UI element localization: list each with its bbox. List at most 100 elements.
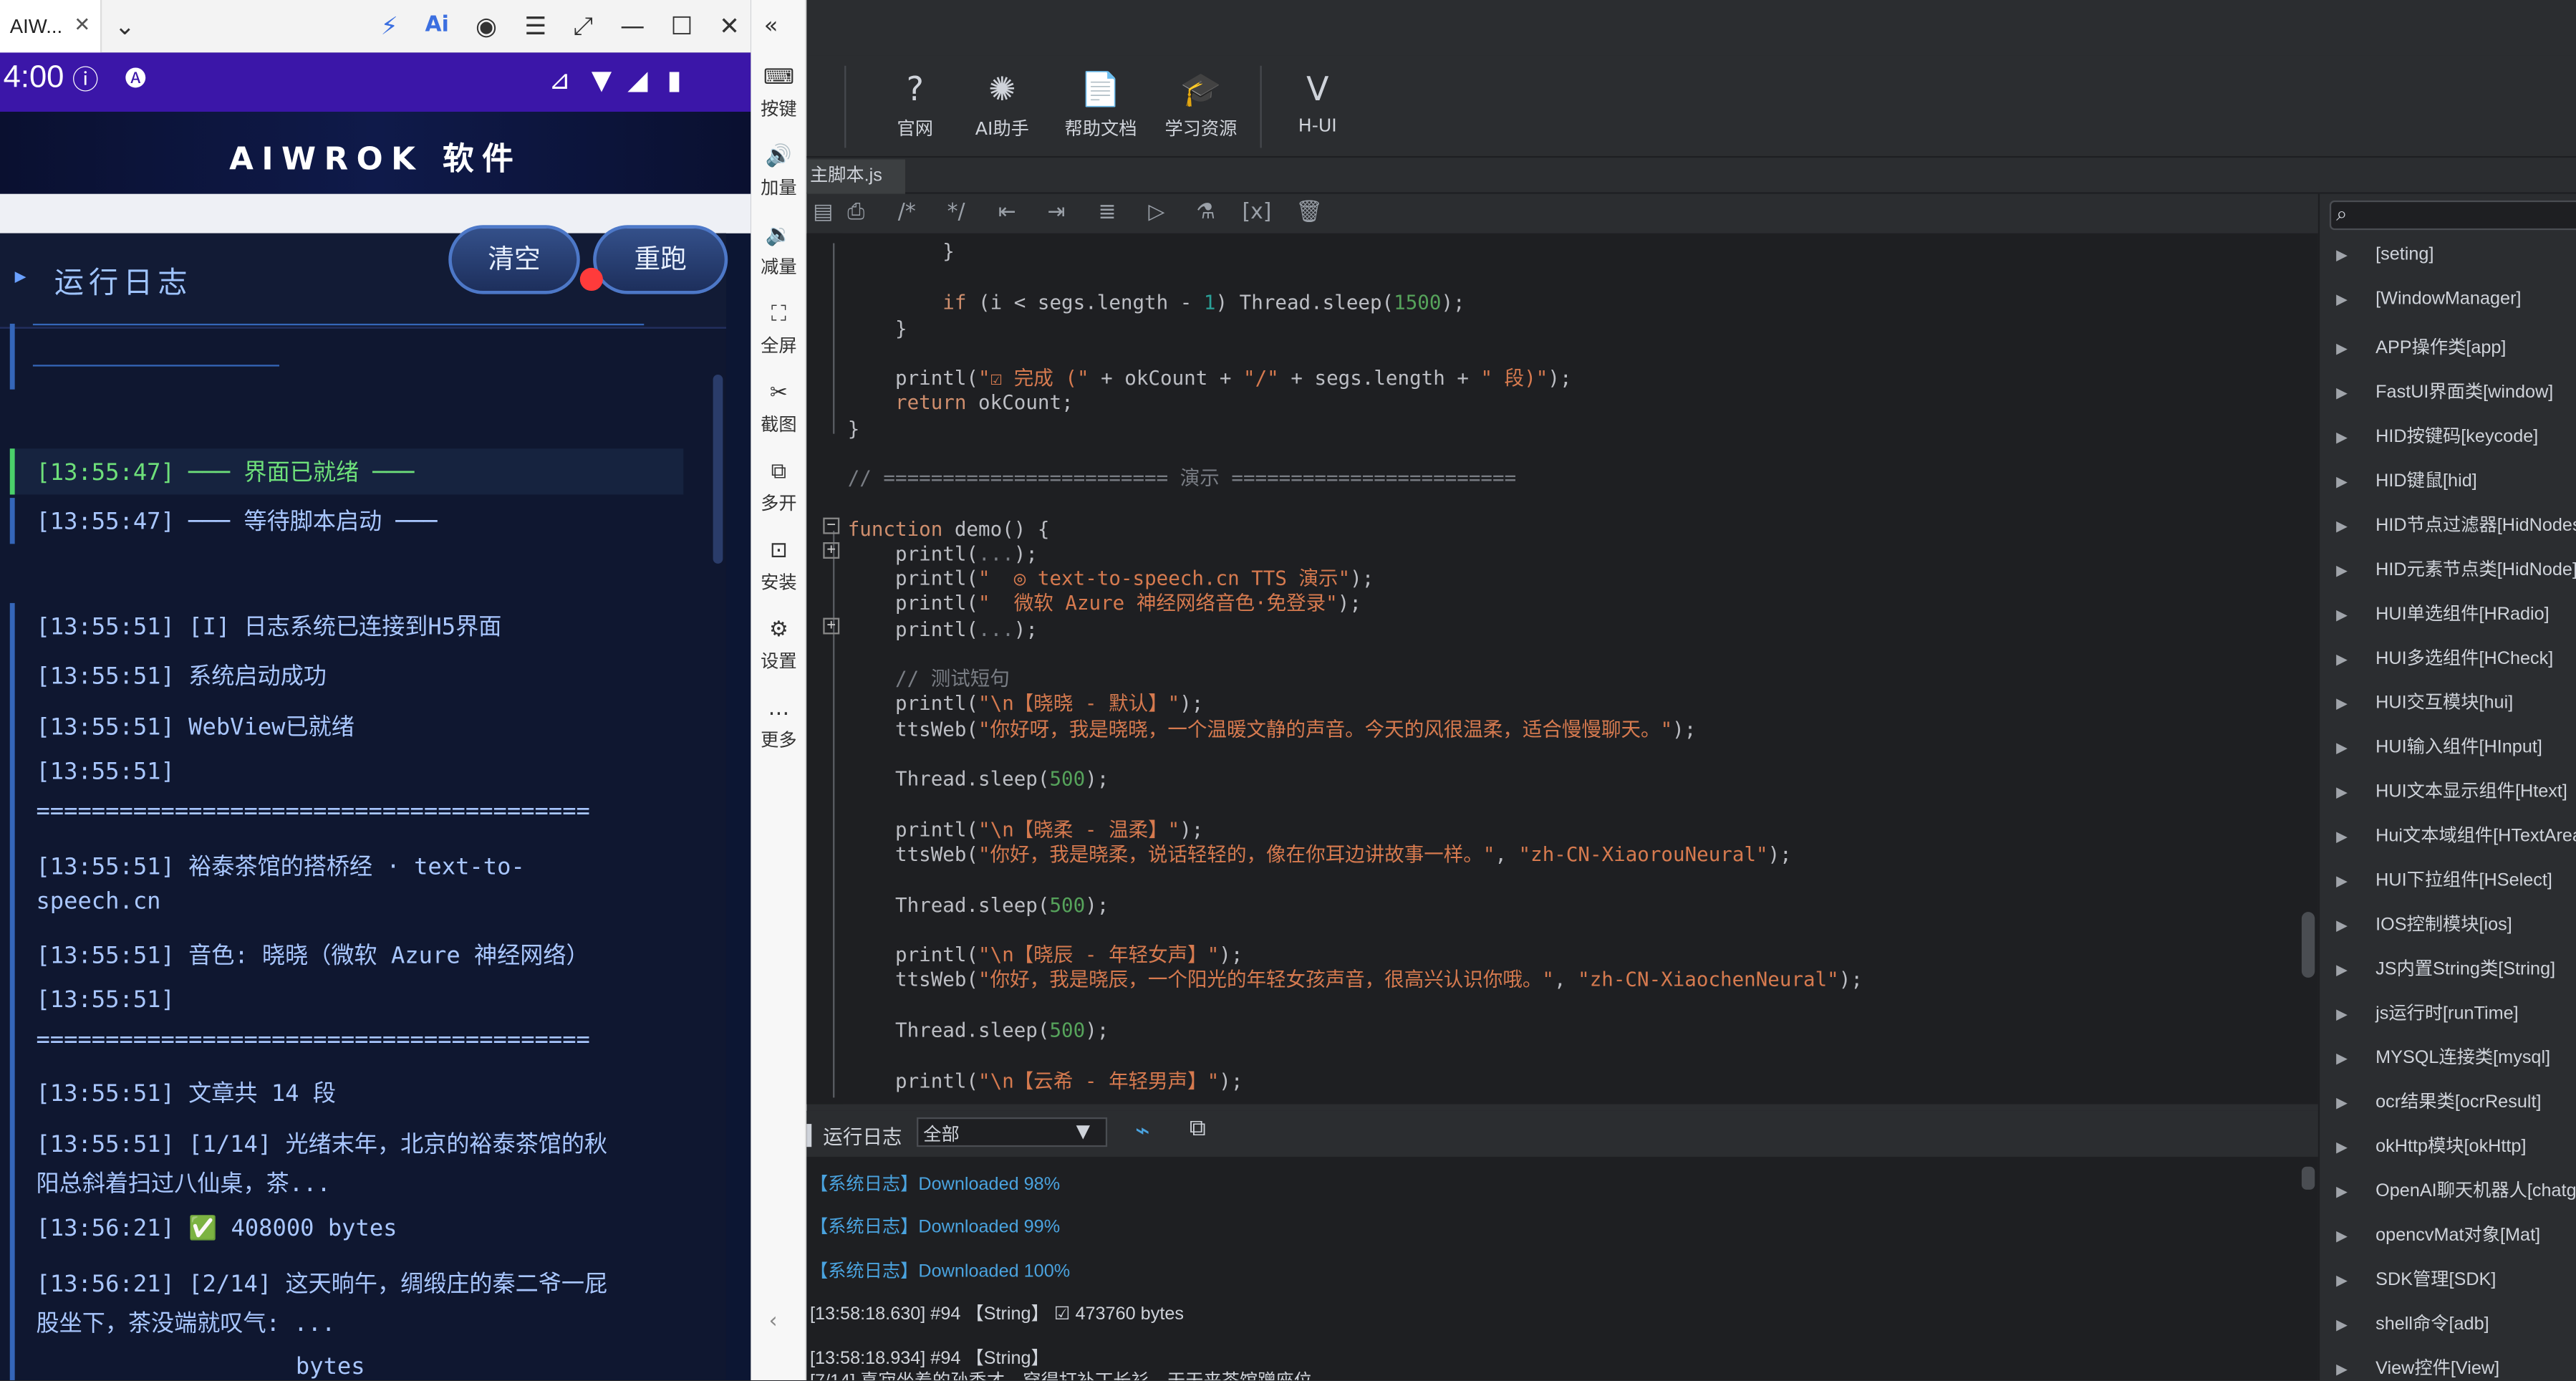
- log-scrollbar[interactable]: [713, 375, 723, 564]
- run-icon[interactable]: ▷: [1140, 197, 1173, 230]
- close-icon[interactable]: ✕: [74, 13, 90, 36]
- expand-arrow-icon[interactable]: ▶: [2336, 917, 2375, 935]
- clear-button[interactable]: 清空: [448, 225, 580, 294]
- format-icon[interactable]: ≣: [1091, 197, 1124, 230]
- minimize-icon[interactable]: —: [616, 10, 649, 43]
- toolbar-item-1[interactable]: 🔊 加量: [751, 145, 806, 201]
- expand-arrow-icon[interactable]: ▶: [2336, 291, 2375, 309]
- expand-arrow-icon[interactable]: ▶: [2336, 828, 2375, 846]
- delete-icon[interactable]: 🗑: [1293, 197, 1326, 230]
- toolbar-item-0[interactable]: ⌨ 按键: [751, 66, 806, 122]
- tree-item[interactable]: ▶ HUI多选组件[HCheck]: [2336, 644, 2553, 670]
- ribbon-button-2[interactable]: 📄 帮助文档: [1050, 69, 1152, 141]
- user-icon[interactable]: ◉: [470, 10, 503, 43]
- clear-log-icon[interactable]: ⌁: [1135, 1116, 1150, 1145]
- expand-arrow-icon[interactable]: ▶: [2336, 385, 2375, 403]
- test-icon[interactable]: ⚗: [1190, 197, 1222, 230]
- phone-window-tab[interactable]: AIW... ✕: [0, 0, 102, 53]
- tree-search-input[interactable]: ⌕: [2329, 200, 2576, 231]
- caret-right-icon[interactable]: ▶: [15, 269, 26, 286]
- ribbon-button-4[interactable]: V H-UI: [1267, 69, 1369, 136]
- expand-arrow-icon[interactable]: ▶: [2336, 340, 2375, 358]
- log-filter-select[interactable]: 全部 ▼: [917, 1117, 1108, 1147]
- expand-arrow-icon[interactable]: ▶: [2336, 1360, 2375, 1378]
- tree-item[interactable]: ▶ [seting]: [2336, 245, 2433, 265]
- chevron-left-icon[interactable]: ‹: [769, 1309, 778, 1334]
- fold-expand-icon[interactable]: +: [823, 542, 840, 559]
- ribbon-button-1[interactable]: ✺ AI助手: [951, 69, 1053, 141]
- expand-arrow-icon[interactable]: ▶: [2336, 562, 2375, 580]
- toolbar-item-7[interactable]: ⚙ 设置: [751, 618, 806, 674]
- expand-arrow-icon[interactable]: ▶: [2336, 872, 2375, 890]
- toolbar-item-3[interactable]: ⛶ 全屏: [751, 302, 806, 358]
- outdent-icon[interactable]: ⇤: [990, 197, 1023, 230]
- tree-item[interactable]: ▶ Hui文本域组件[HTextArea: [2336, 822, 2576, 848]
- tree-item[interactable]: ▶ HID元素节点类[HidNode]: [2336, 555, 2576, 582]
- expand-arrow-icon[interactable]: ▶: [2336, 650, 2375, 668]
- uncomment-icon[interactable]: */: [940, 197, 973, 230]
- tree-item[interactable]: ▶ HUI输入组件[HInput]: [2336, 733, 2542, 759]
- toolbar-item-8[interactable]: … 更多: [751, 697, 806, 753]
- ai-icon[interactable]: Ai: [420, 10, 453, 43]
- screenshot-icon[interactable]: ⧉: [1190, 1116, 1206, 1142]
- tree-item[interactable]: ▶ opencvMat对象[Mat]: [2336, 1221, 2540, 1247]
- expand-arrow-icon[interactable]: ▶: [2336, 1006, 2375, 1024]
- tree-item[interactable]: ▶ MYSQL连接类[mysql]: [2336, 1044, 2550, 1070]
- expand-arrow-icon[interactable]: ▶: [2336, 695, 2375, 713]
- tree-item[interactable]: ▶ okHttp模块[okHttp]: [2336, 1132, 2526, 1159]
- toolbar-item-2[interactable]: 🔉 减量: [751, 223, 806, 279]
- expand-arrow-icon[interactable]: ▶: [2336, 739, 2375, 757]
- expand-arrow-icon[interactable]: ▶: [2336, 1228, 2375, 1246]
- tree-item[interactable]: ▶ SDK管理[SDK]: [2336, 1265, 2496, 1291]
- menu-icon[interactable]: ☰: [519, 10, 552, 43]
- tree-item[interactable]: ▶ shell命令[adb]: [2336, 1309, 2489, 1336]
- editor-scrollbar[interactable]: [2301, 912, 2315, 978]
- log-scrollbar[interactable]: [2301, 1166, 2315, 1190]
- expand-arrow-icon[interactable]: ▶: [2336, 1316, 2375, 1334]
- expand-arrow-icon[interactable]: ▶: [2336, 518, 2375, 536]
- close-window-icon[interactable]: ✕: [713, 10, 746, 43]
- expand-arrow-icon[interactable]: ▶: [2336, 1050, 2375, 1068]
- tree-item[interactable]: ▶ js运行时[runTime]: [2336, 999, 2519, 1026]
- toolbar-item-5[interactable]: ⧉ 多开: [751, 460, 806, 516]
- expand-arrow-icon[interactable]: ▶: [2336, 1094, 2375, 1112]
- chevron-down-icon[interactable]: ⌄: [108, 10, 141, 43]
- toolbar-item-4[interactable]: ✂ 截图: [751, 381, 806, 437]
- resize-icon[interactable]: ⤢: [566, 10, 599, 43]
- collapse-icon[interactable]: «: [764, 13, 778, 39]
- expand-arrow-icon[interactable]: ▶: [2336, 606, 2375, 624]
- tree-item[interactable]: ▶ HID键鼠[hid]: [2336, 466, 2477, 493]
- tree-item[interactable]: ▶ JS内置String类[String]: [2336, 955, 2555, 981]
- expand-arrow-icon[interactable]: ▶: [2336, 1139, 2375, 1157]
- editor-tab-main[interactable]: 主脚本.js ✕: [806, 159, 905, 220]
- tree-item[interactable]: ▶ OpenAI聊天机器人[chatg: [2336, 1177, 2576, 1203]
- tree-item[interactable]: ▶ HUI单选组件[HRadio]: [2336, 600, 2550, 626]
- expand-arrow-icon[interactable]: ▶: [2336, 1272, 2375, 1290]
- tree-item[interactable]: ▶ View控件[View]: [2336, 1354, 2499, 1380]
- expand-arrow-icon[interactable]: ▶: [2336, 473, 2375, 491]
- fold-collapse-icon[interactable]: −: [823, 517, 840, 534]
- ribbon-button-3[interactable]: 🎓 学习资源: [1150, 69, 1252, 141]
- tree-item[interactable]: ▶ HID按键码[keycode]: [2336, 423, 2538, 449]
- fold-expand-icon[interactable]: +: [823, 617, 840, 635]
- expand-arrow-icon[interactable]: ▶: [2336, 429, 2375, 447]
- lightning-icon[interactable]: ⚡: [373, 10, 406, 43]
- tree-item[interactable]: ▶ HUI文本显示组件[Htext]: [2336, 777, 2567, 804]
- tree-item[interactable]: ▶ APP操作类[app]: [2336, 334, 2506, 360]
- print-icon[interactable]: ⎙: [839, 197, 872, 230]
- tree-item[interactable]: ▶ ocr结果类[ocrResult]: [2336, 1088, 2541, 1115]
- tree-item[interactable]: ▶ [WindowManager]: [2336, 289, 2521, 309]
- tree-item[interactable]: ▶ HUI下拉组件[HSelect]: [2336, 866, 2552, 892]
- tree-item[interactable]: ▶ IOS控制模块[ios]: [2336, 910, 2512, 937]
- rerun-button[interactable]: 重跑: [593, 225, 728, 294]
- expand-arrow-icon[interactable]: ▶: [2336, 784, 2375, 802]
- variable-icon[interactable]: [x]: [1240, 197, 1273, 230]
- toolbar-item-6[interactable]: ⊡ 安装: [751, 539, 806, 595]
- expand-arrow-icon[interactable]: ▶: [2336, 961, 2375, 979]
- tree-item[interactable]: ▶ FastUI界面类[window]: [2336, 378, 2553, 405]
- tree-item[interactable]: ▶ HUI交互模块[hui]: [2336, 688, 2513, 715]
- save-icon[interactable]: ▤: [806, 197, 839, 230]
- expand-arrow-icon[interactable]: ▶: [2336, 246, 2375, 264]
- indent-icon[interactable]: ⇥: [1040, 197, 1073, 230]
- expand-arrow-icon[interactable]: ▶: [2336, 1183, 2375, 1201]
